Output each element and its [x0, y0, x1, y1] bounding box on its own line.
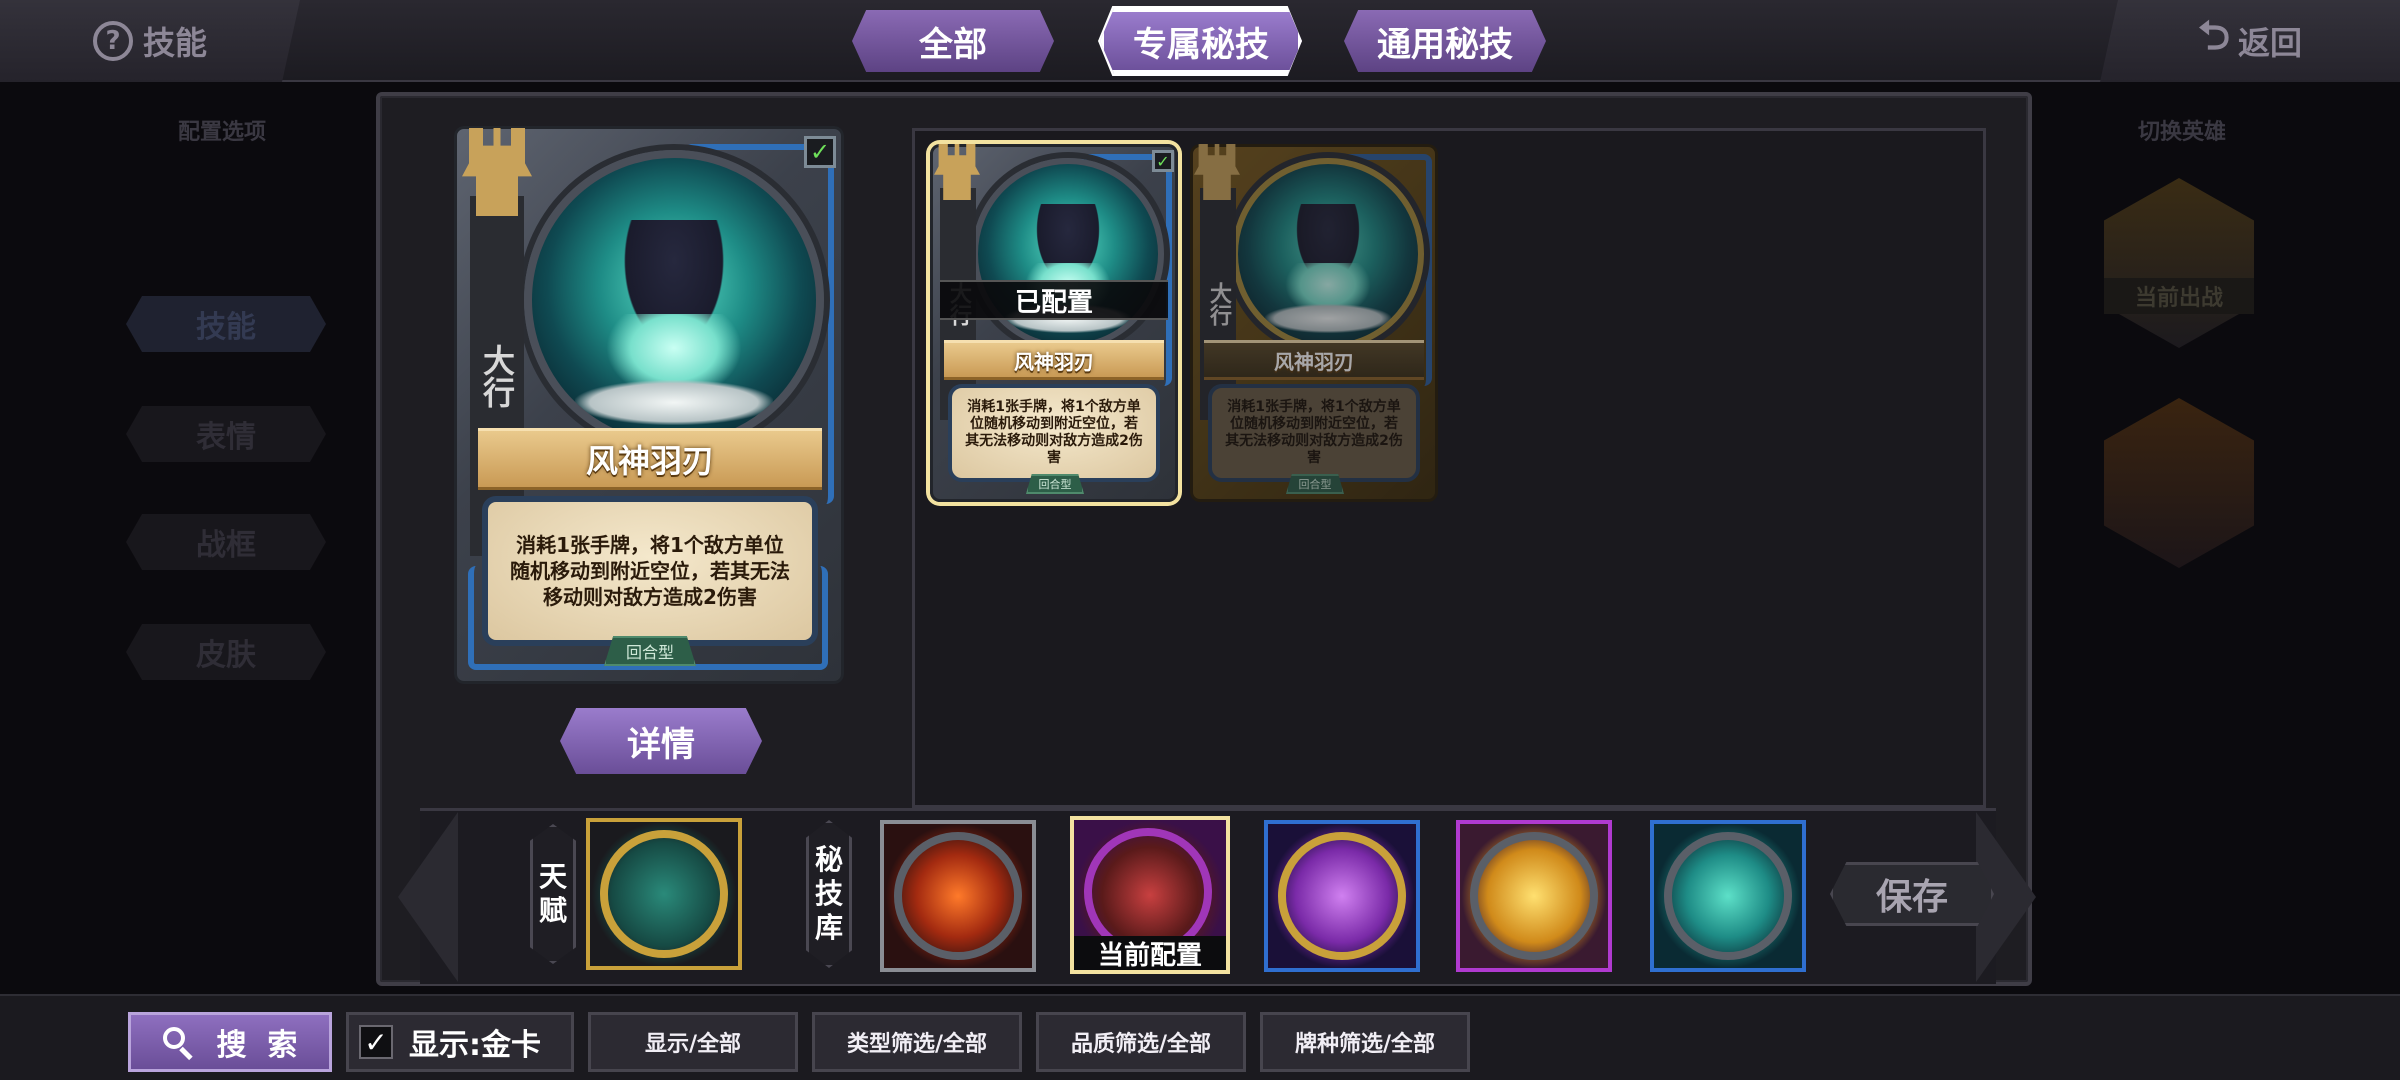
wind-feather-portrait [524, 150, 824, 450]
display-filter-button[interactable]: 显示/全部 [588, 1012, 798, 1072]
talent-label-char: 赋 [538, 894, 567, 927]
wind-feather-portrait [1232, 158, 1424, 350]
side-item-skin[interactable]: 皮肤 [126, 624, 326, 680]
side-menu-title: 配置选项 [178, 120, 267, 145]
fire-fist-icon [894, 832, 1022, 960]
tab-exclusive-secret[interactable]: 专属秘技 [1100, 8, 1302, 74]
search-icon [162, 1027, 193, 1061]
gold-filter-label: 显示:金卡 [409, 1028, 541, 1063]
skill-slot-fire-fist[interactable] [880, 820, 1036, 972]
card-description: 消耗1张手牌，将1个敌方单位随机移动到附近空位，若其无法移动则对敌方造成2伤害 [948, 384, 1160, 482]
skill-slot-wind-feather[interactable] [1650, 820, 1806, 972]
back-label: 返回 [2238, 24, 2303, 62]
current-battle-tag: 当前出战 [2104, 278, 2254, 314]
checkbox-icon[interactable]: ✓ [359, 1025, 393, 1059]
gold-card-filter-toggle[interactable]: ✓ 显示:金卡 [346, 1012, 574, 1072]
checkbox-icon[interactable]: ✓ [1152, 150, 1174, 172]
current-config-label: 当前配置 [1074, 936, 1226, 971]
back-arrow-icon: ⮌ [2197, 13, 2231, 59]
feather-swirl [1265, 304, 1391, 334]
hero-portrait-alt[interactable] [2104, 398, 2254, 568]
talent-icon [600, 830, 728, 958]
configured-badge: 已配置 [940, 280, 1168, 320]
card-description: 消耗1张手牌，将1个敌方单位随机移动到附近空位，若其无法移动则对敌方造成2伤害 [482, 496, 818, 646]
feather-swirl [574, 379, 774, 425]
save-button[interactable]: 保存 [1830, 862, 1994, 926]
hero-portrait-current[interactable] [2104, 178, 2254, 348]
preview-card: 大行 ✓ 风神羽刃 消耗1张手牌，将1个敌方单位随机移动到附近空位，若其无法移动… [454, 126, 844, 684]
library-label-char: 库 [814, 911, 843, 944]
grid-card-configured[interactable]: 大行 ✓ 已配置 风神羽刃 消耗1张手牌，将1个敌方单位随机移动到附近空位，若其… [930, 144, 1178, 502]
card-name: 风神羽刃 [944, 340, 1164, 380]
talent-label-char: 天 [538, 860, 567, 893]
talent-label: 天 赋 [530, 824, 576, 964]
checkbox-icon[interactable]: ✓ [804, 136, 836, 168]
help-icon: ? [92, 21, 133, 61]
detail-button[interactable]: 详情 [560, 708, 762, 774]
skill-help-label: 技能 [142, 24, 207, 62]
card-description: 消耗1张手牌，将1个敌方单位随机移动到附近空位，若其无法移动则对敌方造成2伤害 [1208, 384, 1420, 482]
tab-all[interactable]: 全部 [852, 10, 1054, 72]
side-item-skill[interactable]: 技能 [126, 296, 326, 352]
skill-slot-current[interactable]: 当前配置 [1070, 816, 1230, 974]
grid-card-gold[interactable]: 大行 风神羽刃 消耗1张手牌，将1个敌方单位随机移动到附近空位，若其无法移动则对… [1190, 144, 1438, 502]
library-label-char: 技 [814, 877, 843, 910]
card-type-tag: 回合型 [1286, 474, 1344, 494]
tab-general-secret[interactable]: 通用秘技 [1344, 10, 1546, 72]
switch-hero-title: 切换英雄 [2138, 120, 2227, 145]
side-item-emote[interactable]: 表情 [126, 406, 326, 462]
card-name: 风神羽刃 [478, 428, 822, 490]
library-label-char: 秘 [814, 843, 843, 876]
fire-horn-icon [1470, 832, 1598, 960]
purple-beast-icon [1278, 832, 1406, 960]
quality-filter-button[interactable]: 品质筛选/全部 [1036, 1012, 1246, 1072]
skill-slot-fire-horn[interactable] [1456, 820, 1612, 972]
card-kind-filter-button[interactable]: 牌种筛选/全部 [1260, 1012, 1470, 1072]
talent-slot[interactable] [586, 818, 742, 970]
library-label: 秘 技 库 [806, 820, 852, 968]
side-item-battle-frame[interactable]: 战框 [126, 514, 326, 570]
wind-feather-portrait [972, 158, 1164, 350]
card-type-tag: 回合型 [1026, 474, 1084, 494]
skill-slot-purple-beast[interactable] [1264, 820, 1420, 972]
card-name: 风神羽刃 [1204, 340, 1424, 380]
search-button[interactable]: 搜 索 [128, 1012, 332, 1072]
back-button[interactable]: ⮌ 返回 [2100, 0, 2400, 82]
card-type-tag: 回合型 [604, 636, 696, 666]
skill-help-button[interactable]: ? 技能 [0, 0, 300, 82]
type-filter-button[interactable]: 类型筛选/全部 [812, 1012, 1022, 1072]
search-label: 搜 索 [216, 1028, 298, 1063]
wind-feather-icon [1664, 832, 1792, 960]
